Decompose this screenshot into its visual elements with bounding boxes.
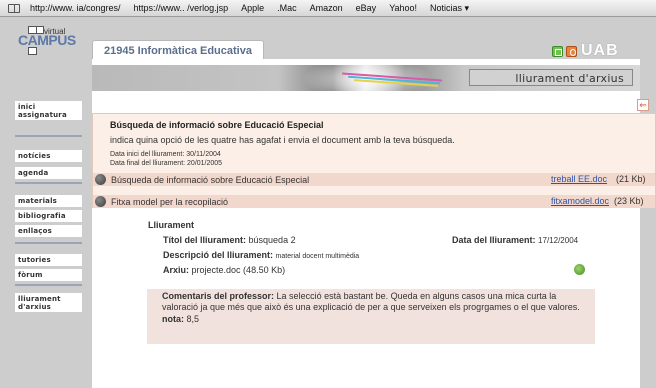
nav-separator	[15, 242, 82, 244]
logo-campus-text: CAMPUS	[18, 32, 76, 48]
popup-start-date: Data inici del lliurament: 30/11/2004	[110, 151, 221, 158]
nav-separator	[15, 135, 82, 137]
bookmark-apple[interactable]: Apple	[241, 3, 264, 13]
nav-lliurament-arxius[interactable]: lliurament d'arxius	[15, 293, 82, 312]
doc-size: (23 Kb)	[614, 196, 644, 206]
nav-materials[interactable]: materials	[15, 195, 82, 207]
nav-forum[interactable]: fòrum	[15, 269, 82, 281]
doc-link[interactable]: fitxamodel.doc	[551, 196, 609, 206]
globe-icon	[95, 196, 106, 207]
logo-square-icon	[28, 47, 37, 55]
bookmark-ebay[interactable]: eBay	[356, 3, 377, 13]
submission-date-label: Data del lliurament:	[452, 235, 536, 245]
bookmark-noticias[interactable]: Noticias ▾	[430, 3, 469, 14]
bookmark-amazon[interactable]: Amazon	[310, 3, 343, 13]
submission-file-label: Arxiu:	[163, 265, 190, 275]
submission-file-value: projecte.doc (48.50 Kb)	[191, 265, 286, 275]
nav-separator	[15, 182, 82, 184]
window-icon[interactable]	[552, 45, 563, 57]
comment-text-block: Comentaris del professor: La selecció es…	[162, 291, 589, 313]
comment-grade: nota: 8,5	[162, 314, 589, 324]
header-icons: UAB	[552, 42, 619, 60]
assignment-popup: Búsqueda de informació sobre Educació Es…	[92, 113, 656, 208]
uab-logo[interactable]: UAB	[581, 42, 619, 60]
doc-row: Búsqueda de informació sobre Educació Es…	[93, 173, 655, 186]
grade-label: nota:	[162, 314, 184, 324]
submission-desc-value: material docent multimèdia	[275, 253, 360, 260]
submission-desc-label: Descripció del lliurament:	[163, 250, 274, 260]
submission-title-row: Títol del lliurament: búsqueda 2	[163, 235, 296, 245]
submission-date-row: Data del lliurament: 17/12/2004	[452, 235, 578, 245]
campus-logo[interactable]: virtual CAMPUS	[14, 23, 84, 65]
submission-date-value: 17/12/2004	[538, 236, 579, 245]
grade-value: 8,5	[186, 314, 200, 324]
doc-label: Búsqueda de informació sobre Educació Es…	[111, 174, 310, 185]
section-title: lliurament d'arxius	[469, 69, 633, 86]
bookmark-1[interactable]: http://www. ia/congres/	[30, 3, 121, 13]
submission-title-label: Títol del lliurament:	[163, 235, 247, 245]
nav-tutories[interactable]: tutories	[15, 254, 82, 266]
professor-comment: Comentaris del professor: La selecció es…	[147, 289, 595, 344]
help-icon[interactable]	[566, 45, 577, 57]
popup-instruction: indica quina opció de les quatre has aga…	[110, 135, 455, 145]
comment-label: Comentaris del professor:	[162, 291, 275, 301]
nav-agenda[interactable]: agenda	[15, 167, 82, 179]
course-title-tab[interactable]: 21945 Informàtica Educativa	[92, 40, 264, 59]
submission-heading: Lliurament	[148, 220, 195, 230]
nav-separator	[15, 284, 82, 286]
sidebar: virtual CAMPUS inici assignatura notície…	[0, 17, 88, 388]
nav-noticies[interactable]: notícies	[15, 150, 82, 162]
submission-desc-row: Descripció del lliurament: material doce…	[163, 250, 359, 260]
doc-link[interactable]: treball EE.doc	[551, 174, 607, 184]
popup-title: Búsqueda de informació sobre Educació Es…	[110, 120, 324, 130]
bookmark-2[interactable]: https://www.. /verlog.jsp	[134, 3, 229, 13]
submission-title-value: búsqueda 2	[248, 235, 296, 245]
submission-file-row: Arxiu: projecte.doc (48.50 Kb)	[163, 265, 285, 275]
back-arrow-icon[interactable]: ⇐	[637, 99, 649, 111]
popup-end-date: Data final del lliurament: 20/01/2005	[110, 160, 223, 167]
doc-row: Fitxa model per la recopilació fitxamode…	[93, 195, 655, 208]
doc-label: Fitxa model per la recopilació	[111, 196, 229, 207]
download-icon[interactable]	[574, 264, 585, 275]
bookmarks-bar: http://www. ia/congres/ https://www.. /v…	[0, 0, 656, 17]
nav-bibliografia[interactable]: bibliografia	[15, 210, 82, 222]
doc-size: (21 Kb)	[616, 174, 646, 184]
bookmark-mac[interactable]: .Mac	[277, 3, 297, 13]
bookmarks-book-icon[interactable]	[8, 3, 20, 13]
nav-inici-assignatura[interactable]: inici assignatura	[15, 101, 82, 120]
globe-icon	[95, 174, 106, 185]
nav-enllacos[interactable]: enllaços	[15, 225, 82, 237]
bookmark-yahoo[interactable]: Yahoo!	[389, 3, 417, 13]
